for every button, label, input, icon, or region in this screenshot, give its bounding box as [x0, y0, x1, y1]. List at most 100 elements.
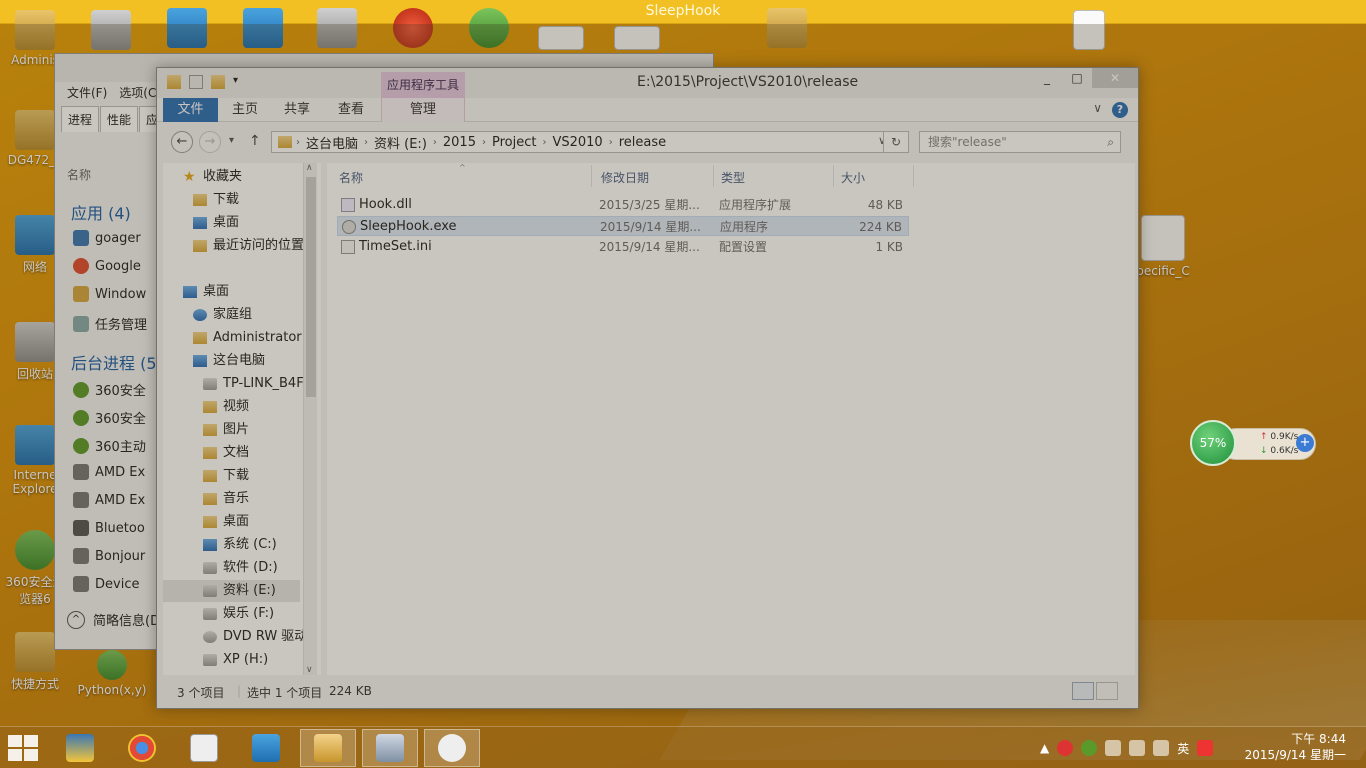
desktop-icon-goagent[interactable] — [164, 8, 210, 51]
file-row-timeset-ini[interactable]: TimeSet.ini 2015/9/14 星期... 配置设置 1 KB — [337, 237, 909, 257]
nav-tp-link[interactable]: TP-LINK_B4F4 — [203, 373, 312, 395]
column-header-name[interactable]: 名称 — [67, 166, 91, 183]
column-size[interactable]: 大小 — [841, 169, 865, 186]
accelerate-plus-icon[interactable]: + — [1296, 434, 1314, 452]
tab-manage[interactable]: 管理 — [381, 98, 465, 122]
desktop-icon-bird[interactable] — [240, 8, 286, 51]
column-name[interactable]: 名称 — [339, 169, 363, 186]
nav-desktop[interactable]: 桌面 — [183, 281, 229, 303]
tab-file[interactable]: 文件 — [163, 98, 218, 122]
breadcrumb-drive-e[interactable]: 资料 (E:) — [368, 133, 433, 152]
maximize-button[interactable]: □ — [1062, 68, 1092, 88]
column-divider[interactable] — [713, 165, 714, 187]
desktop-icon-window-thumb-2[interactable] — [612, 26, 662, 53]
large-icons-view-button[interactable] — [1096, 682, 1118, 700]
column-type[interactable]: 类型 — [721, 169, 745, 186]
search-input[interactable]: 搜索"release" ⌕ — [919, 131, 1121, 153]
input-language-indicator[interactable]: 英 — [1177, 740, 1189, 757]
breadcrumb-vs2010[interactable]: VS2010 — [546, 135, 608, 150]
memory-usage-ball[interactable]: 57% — [1190, 420, 1236, 466]
taskbar-notepad[interactable] — [176, 729, 232, 767]
desktop-icon-python-xy[interactable]: Python(x,y) — [76, 650, 148, 697]
column-divider[interactable] — [913, 165, 914, 187]
menu-options[interactable]: 选项(C — [119, 84, 156, 101]
tab-share[interactable]: 共享 — [277, 98, 317, 122]
nav-downloads[interactable]: 下载 — [193, 189, 239, 211]
desktop-icon-sync[interactable] — [466, 8, 512, 51]
tab-processes[interactable]: 进程 — [61, 106, 100, 132]
column-divider[interactable] — [591, 165, 592, 187]
file-row-sleephook-exe[interactable]: SleepHook.exe 2015/9/14 星期... 应用程序 224 K… — [337, 216, 909, 236]
column-date[interactable]: 修改日期 — [601, 169, 649, 186]
network-adapter-icon[interactable] — [1105, 740, 1122, 756]
nav-this-pc[interactable]: 这台电脑 — [193, 350, 265, 372]
desktop-icon-refresh-app[interactable] — [390, 8, 436, 51]
nav-pictures[interactable]: 图片 — [203, 419, 249, 441]
qq-icon[interactable] — [1057, 740, 1074, 756]
nav-desktop-fav[interactable]: 桌面 — [193, 212, 239, 234]
column-divider[interactable] — [833, 165, 834, 187]
minimize-button[interactable]: _ — [1032, 68, 1062, 88]
nav-homegroup[interactable]: 家庭组 — [193, 304, 252, 326]
taskbar-task-manager[interactable] — [362, 729, 418, 767]
new-folder-icon[interactable] — [211, 75, 225, 89]
menu-file[interactable]: 文件(F) — [67, 84, 107, 101]
file-row-hook-dll[interactable]: Hook.dll 2015/3/25 星期... 应用程序扩展 48 KB — [337, 195, 909, 215]
sogou-input-icon[interactable] — [1197, 740, 1214, 756]
properties-icon[interactable] — [189, 75, 203, 89]
scrollbar-thumb[interactable] — [306, 177, 316, 397]
taskbar-python[interactable] — [52, 729, 108, 767]
navigation-scrollbar[interactable]: ∧ ∨ — [303, 163, 317, 675]
desktop-icon-window-thumb-1[interactable] — [536, 26, 586, 53]
breadcrumb-project[interactable]: Project — [486, 135, 542, 150]
nav-desktop-pc[interactable]: 桌面 — [203, 511, 249, 533]
nav-favorites[interactable]: ★ 收藏夹 — [183, 166, 242, 188]
taskbar-goagent[interactable] — [238, 729, 294, 767]
desktop-icon-file-top[interactable] — [1066, 10, 1112, 53]
refresh-button[interactable]: ↻ — [883, 131, 909, 153]
nav-videos[interactable]: 视频 — [203, 396, 249, 418]
fewer-details-toggle[interactable]: ^ 简略信息(D — [67, 610, 160, 629]
expand-ribbon-icon[interactable]: ∨ — [1093, 101, 1102, 115]
nav-documents[interactable]: 文档 — [203, 442, 249, 464]
nav-dvd-drive[interactable]: DVD RW 驱动 — [203, 626, 307, 648]
nav-recent[interactable]: 最近访问的位置 — [193, 235, 304, 257]
desktop-icon-folder-top[interactable] — [764, 8, 810, 51]
signal-bars-icon[interactable] — [1129, 740, 1146, 756]
volume-muted-icon[interactable] — [1153, 740, 1170, 756]
desktop-icon-terminal[interactable] — [314, 8, 360, 51]
scroll-up-icon[interactable]: ∧ — [306, 163, 313, 173]
nav-drive-e[interactable]: 资料 (E:) — [163, 580, 300, 602]
file-explorer-window[interactable]: ▾ 应用程序工具 E:\2015\Project\VS2010\release … — [156, 67, 1139, 709]
breadcrumb-2015[interactable]: 2015 — [437, 135, 482, 150]
clock[interactable]: 下午 8:44 2015/9/14 星期一 — [1245, 731, 1346, 763]
nav-downloads-pc[interactable]: 下载 — [203, 465, 249, 487]
nav-drive-h[interactable]: XP (H:) — [203, 649, 268, 671]
nav-administrator[interactable]: Administrator — [193, 327, 302, 349]
scroll-down-icon[interactable]: ∨ — [306, 665, 313, 675]
show-hidden-icons-icon[interactable]: ▲ — [1040, 741, 1049, 755]
nav-drive-d[interactable]: 软件 (D:) — [203, 557, 278, 579]
breadcrumb-this-pc[interactable]: 这台电脑 — [300, 133, 364, 152]
start-button[interactable] — [8, 735, 38, 761]
tab-performance[interactable]: 性能 — [100, 106, 139, 132]
address-bar[interactable]: › 这台电脑 › 资料 (E:) › 2015 › Project › VS20… — [271, 131, 891, 153]
taskbar-sleephook[interactable] — [424, 729, 480, 767]
tab-view[interactable]: 查看 — [331, 98, 371, 122]
close-button[interactable]: ✕ — [1092, 68, 1138, 88]
details-view-button[interactable] — [1072, 682, 1094, 700]
desktop-icon-settings[interactable] — [88, 10, 134, 53]
nav-music[interactable]: 音乐 — [203, 488, 249, 510]
network-speed-widget[interactable]: 57% ↑ 0.9K/s ↓ 0.6K/s + — [1190, 420, 1316, 466]
breadcrumb-release[interactable]: release — [613, 135, 672, 150]
desktop-icon-document[interactable]: pecific_C — [1130, 215, 1196, 278]
back-button[interactable]: ← — [171, 131, 193, 153]
forward-button[interactable]: → — [199, 131, 221, 153]
tab-home[interactable]: 主页 — [225, 98, 265, 122]
up-arrow-icon[interactable]: ↑ — [249, 133, 261, 149]
taskbar-chrome[interactable] — [114, 729, 170, 767]
nav-drive-f[interactable]: 娱乐 (F:) — [203, 603, 274, 625]
shield-360-icon[interactable] — [1081, 740, 1098, 756]
help-button[interactable]: ? — [1112, 102, 1128, 118]
recent-locations-chevron-icon[interactable]: ▾ — [229, 135, 234, 146]
